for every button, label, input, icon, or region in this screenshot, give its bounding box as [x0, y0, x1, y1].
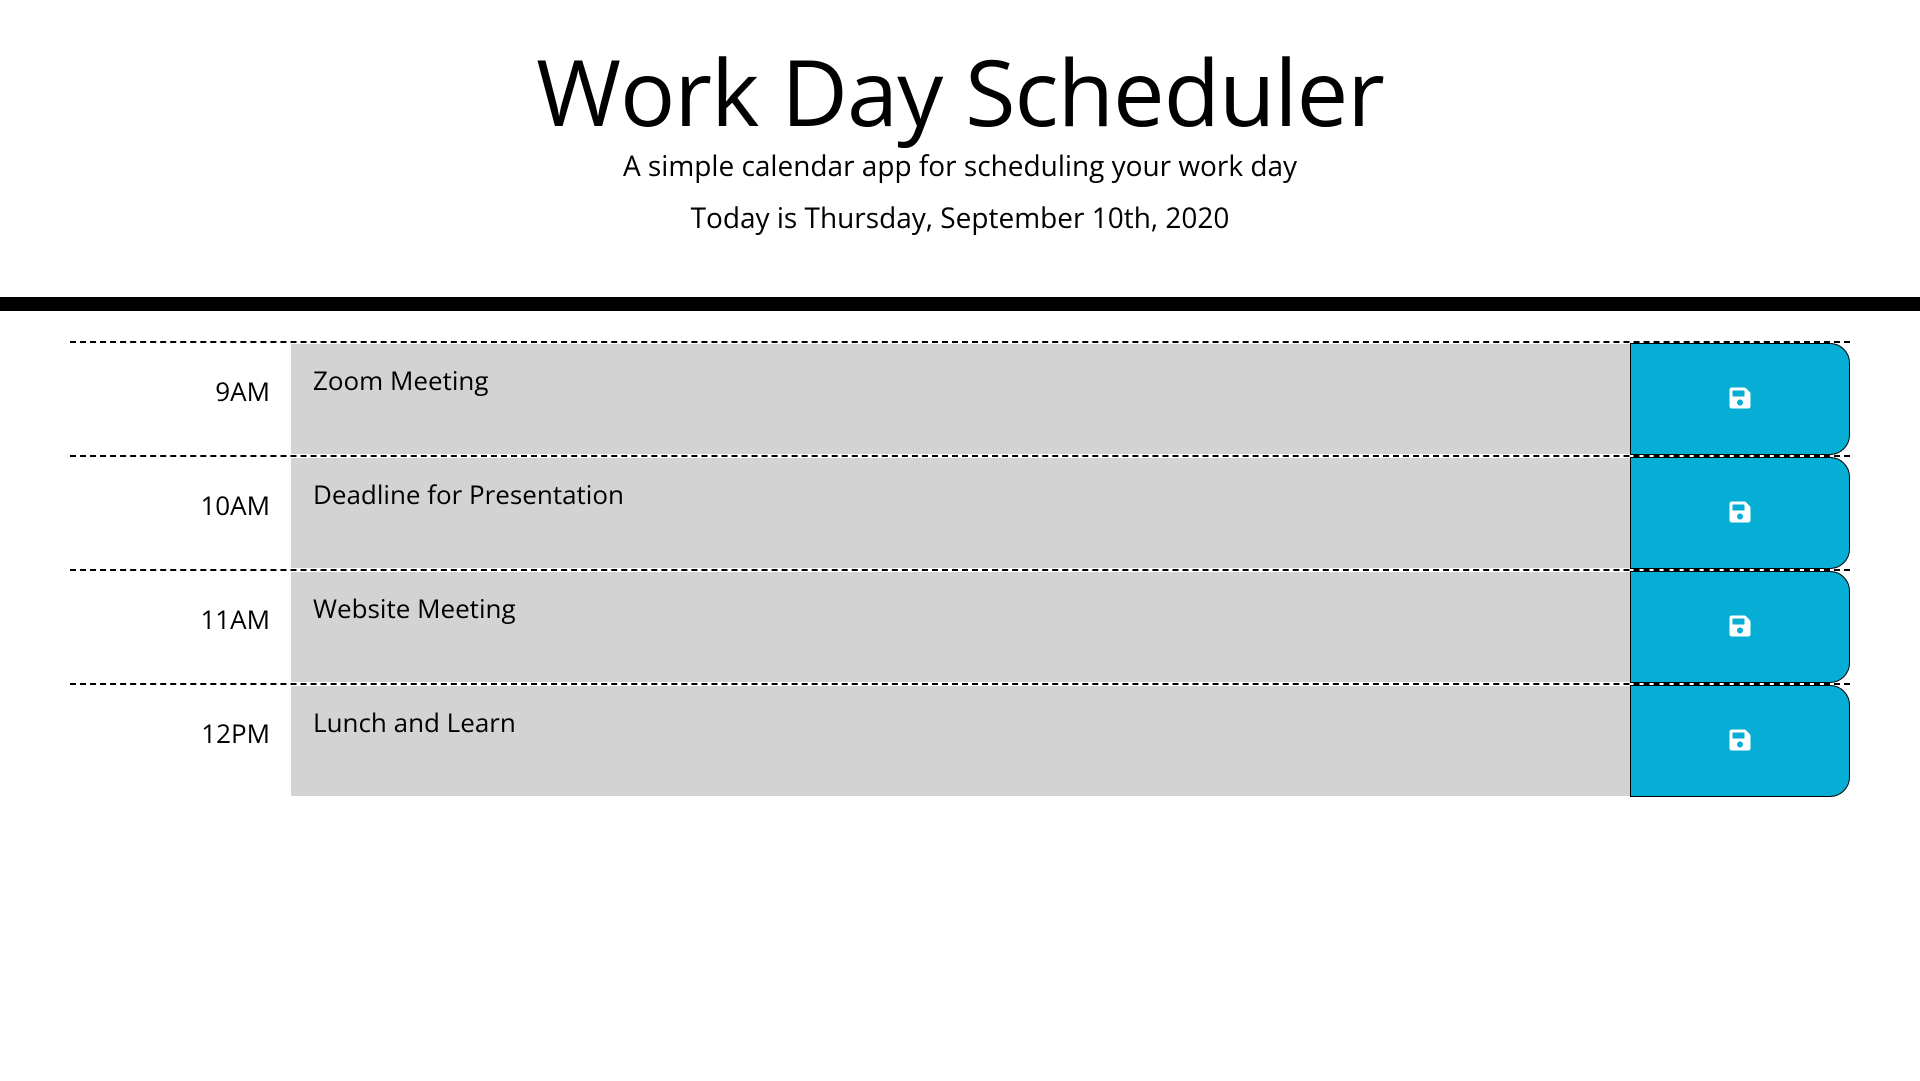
hour-label: 12PM [70, 685, 290, 797]
date-value: Thursday, September 10th, 2020 [805, 199, 1230, 237]
save-button-9am[interactable] [1630, 343, 1850, 455]
date-prefix: Today is [691, 199, 805, 237]
time-block-10am: 10AM Deadline for Presentation [70, 455, 1850, 569]
time-block-11am: 11AM Website Meeting [70, 569, 1850, 683]
event-input-9am[interactable]: Zoom Meeting [290, 343, 1630, 455]
page-title: Work Day Scheduler [20, 40, 1900, 141]
save-button-12pm[interactable] [1630, 685, 1850, 797]
time-block-12pm: 12PM Lunch and Learn [70, 683, 1850, 797]
current-date: Today is Thursday, September 10th, 2020 [20, 199, 1900, 237]
save-icon [1728, 386, 1752, 413]
time-block-9am: 9AM Zoom Meeting [70, 341, 1850, 455]
save-button-10am[interactable] [1630, 457, 1850, 569]
event-input-10am[interactable]: Deadline for Presentation [290, 457, 1630, 569]
schedule-container: 9AM Zoom Meeting 10AM Deadline for Prese… [0, 311, 1920, 797]
save-icon [1728, 614, 1752, 641]
header-divider [0, 297, 1920, 311]
save-icon [1728, 500, 1752, 527]
page-header: Work Day Scheduler A simple calendar app… [0, 0, 1920, 297]
hour-label: 10AM [70, 457, 290, 569]
event-input-12pm[interactable]: Lunch and Learn [290, 685, 1630, 797]
page-subtitle: A simple calendar app for scheduling you… [20, 147, 1900, 185]
event-input-11am[interactable]: Website Meeting [290, 571, 1630, 683]
hour-label: 11AM [70, 571, 290, 683]
save-icon [1728, 728, 1752, 755]
save-button-11am[interactable] [1630, 571, 1850, 683]
hour-label: 9AM [70, 343, 290, 455]
